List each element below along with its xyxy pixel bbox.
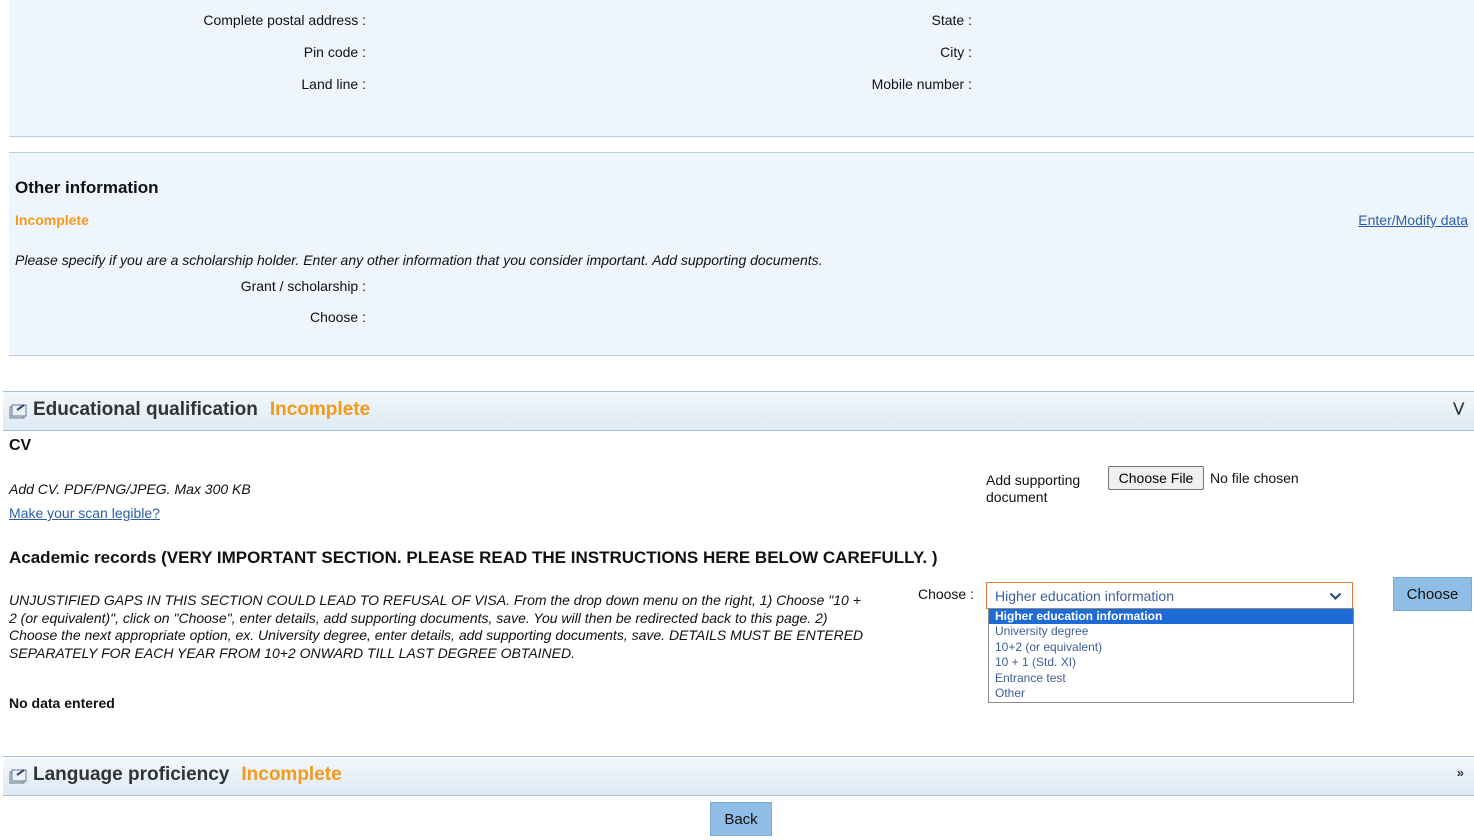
section-status: Incomplete (269, 399, 371, 420)
choose-file-button[interactable]: Choose File (1108, 466, 1204, 490)
academic-instructions: UNJUSTIFIED GAPS IN THIS SECTION COULD L… (9, 592, 864, 661)
mobile-number-label: Mobile number : (871, 76, 972, 92)
enter-modify-data-link[interactable]: Enter/Modify data (1358, 212, 1468, 228)
make-scan-legible-link[interactable]: Make your scan legible? (9, 505, 160, 521)
option-10-plus-1[interactable]: 10 + 1 (Std. XI) (989, 655, 1353, 670)
cv-instructions: Add CV. PDF/PNG/JPEG. Max 300 KB (9, 481, 251, 497)
other-info-choose-label: Choose : (309, 309, 366, 325)
address-divider (9, 136, 1474, 137)
other-info-status: Incomplete (15, 212, 89, 228)
option-entrance-test[interactable]: Entrance test (989, 671, 1353, 686)
option-university-degree[interactable]: University degree (989, 624, 1353, 639)
language-proficiency-title: Language proficiency Incomplete (33, 764, 342, 786)
section-folder-icon (9, 769, 27, 784)
grant-scholarship-label: Grant / scholarship : (240, 278, 366, 294)
land-line-label: Land line : (301, 76, 366, 92)
other-info-heading: Other information (15, 178, 159, 197)
other-info-bottom-divider (9, 355, 1474, 356)
section-folder-icon (9, 404, 27, 419)
cv-heading: CV (9, 437, 32, 454)
select-value: Higher education information (995, 588, 1174, 604)
double-chevron-icon[interactable]: ⋁ (1453, 400, 1464, 416)
no-data-entered: No data entered (9, 695, 115, 711)
choose-button[interactable]: Choose (1393, 577, 1472, 611)
other-info-instructions: Please specify if you are a scholarship … (15, 252, 823, 268)
academic-records-heading: Academic records (VERY IMPORTANT SECTION… (9, 548, 938, 567)
option-other[interactable]: Other (989, 686, 1353, 701)
educational-qualification-title: Educational qualification Incomplete (33, 399, 370, 421)
add-supporting-document-label: Add supporting document (986, 472, 1081, 505)
state-label: State : (931, 12, 972, 28)
pin-code-label: Pin code : (303, 44, 366, 60)
option-10-plus-2[interactable]: 10+2 (or equivalent) (989, 640, 1353, 655)
section-title-text: Educational qualification (33, 399, 258, 420)
section-status: Incomplete (241, 764, 342, 785)
language-proficiency-header[interactable]: Language proficiency Incomplete » (3, 756, 1474, 796)
file-status-text: No file chosen (1210, 470, 1299, 486)
qualification-select[interactable]: Higher education information (986, 582, 1353, 609)
academic-choose-label: Choose : (917, 586, 974, 602)
chevron-down-icon (1329, 592, 1342, 601)
section-title-text: Language proficiency (33, 764, 230, 785)
educational-qualification-header[interactable]: Educational qualification Incomplete ⋁ (3, 391, 1474, 431)
double-chevron-icon[interactable]: » (1457, 765, 1464, 780)
postal-address-label: Complete postal address : (203, 12, 366, 28)
back-button[interactable]: Back (710, 802, 772, 836)
option-higher-education[interactable]: Higher education information (989, 609, 1353, 625)
city-label: City : (940, 44, 972, 60)
qualification-dropdown-list: Higher education information University … (988, 608, 1354, 703)
